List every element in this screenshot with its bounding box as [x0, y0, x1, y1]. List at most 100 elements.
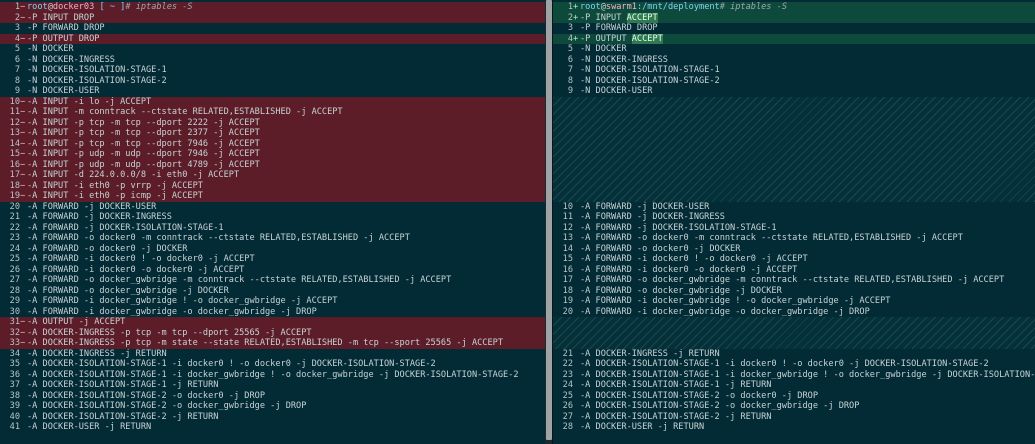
line-content: -A DOCKER-INGRESS -j RETURN: [27, 348, 167, 359]
diff-filler-block: [553, 96, 1035, 202]
line-content: -A FORWARD -i docker_gwbridge ! -o docke…: [580, 296, 891, 306]
diff-context-line[interactable]: 18 -A FORWARD -o docker_gwbridge -j DOCKE…: [553, 286, 1035, 297]
diff-context-line[interactable]: 7 -N DOCKER-ISOLATION-STAGE-1: [0, 65, 545, 76]
line-content: -A INPUT -d 224.0.0.0/8 -i eth0 -j ACCEP…: [27, 170, 240, 180]
diff-context-line[interactable]: 16 -A FORWARD -i docker0 -o docker0 -j AC…: [553, 265, 1035, 276]
line-number: 37: [9, 380, 20, 390]
diff-context-line[interactable]: 22 -A DOCKER-ISOLATION-STAGE-1 -i docker0…: [553, 359, 1035, 370]
diff-context-line[interactable]: 8 -N DOCKER-ISOLATION-STAGE-2: [0, 76, 545, 87]
diff-context-line[interactable]: 38 -A DOCKER-ISOLATION-STAGE-2 -o docker0…: [0, 391, 545, 402]
line-number: 2: [14, 12, 20, 23]
diff-context-line[interactable]: 3 -P FORWARD DROP: [0, 23, 545, 34]
diff-deleted-line[interactable]: 15− -A INPUT -p udp -m udp --dport 7946 -…: [0, 149, 545, 160]
diff-context-line[interactable]: 5 -N DOCKER: [0, 44, 545, 55]
diff-context-line[interactable]: 6 -N DOCKER-INGRESS: [0, 55, 545, 66]
diff-deleted-line[interactable]: 10− -A INPUT -i lo -j ACCEPT: [0, 96, 545, 107]
diff-context-line[interactable]: 39 -A DOCKER-ISOLATION-STAGE-2 -o docker_…: [0, 401, 545, 412]
line-number: 12: [562, 222, 573, 233]
line-content: -N DOCKER-ISOLATION-STAGE-2: [580, 75, 720, 86]
line-text: -A INPUT -p udp -m udp --dport 7946 -j A…: [27, 149, 260, 160]
line-content: -A DOCKER-USER -j RETURN: [580, 422, 705, 432]
diff-context-line[interactable]: 3 -P FORWARD DROP: [553, 23, 1035, 34]
line-text: -A FORWARD -i docker0 -o docker0 -j ACCE…: [580, 265, 797, 276]
diff-context-line[interactable]: 21 -A FORWARD -j DOCKER-INGRESS: [0, 212, 545, 223]
diff-context-line[interactable]: 21 -A DOCKER-INGRESS -j RETURN: [553, 349, 1035, 360]
diff-deleted-line[interactable]: 32− -A DOCKER-INGRESS -p tcp -m tcp --dpo…: [0, 327, 545, 338]
diff-context-line[interactable]: 26 -A DOCKER-ISOLATION-STAGE-2 -o docker_…: [553, 401, 1035, 412]
changed-token: ACCEPT: [631, 33, 663, 44]
line-content: -N DOCKER-ISOLATION-STAGE-2: [27, 75, 167, 86]
diff-context-line[interactable]: 11 -A FORWARD -j DOCKER-INGRESS: [553, 212, 1035, 223]
diff-added-line[interactable]: 1+ root@swarm1:/mnt/deployment# iptables …: [553, 2, 1035, 13]
line-text: -N DOCKER-USER: [580, 86, 652, 97]
diff-deleted-line[interactable]: 12− -A INPUT -p tcp -m tcp --dport 2222 -…: [0, 117, 545, 128]
diff-context-line[interactable]: 28 -A FORWARD -o docker_gwbridge -j DOCKE…: [0, 286, 545, 297]
diff-deleted-line[interactable]: 4− -P OUTPUT DROP: [0, 33, 545, 44]
diff-context-line[interactable]: 5 -N DOCKER: [553, 44, 1035, 55]
diff-context-line[interactable]: 34 -A DOCKER-INGRESS -j RETURN: [0, 349, 545, 360]
line-number: 26: [9, 264, 20, 275]
line-content: -A FORWARD -o docker_gwbridge -m conntra…: [27, 275, 452, 285]
line-text: -A DOCKER-INGRESS -j RETURN: [580, 349, 720, 360]
prompt-user: root: [27, 2, 48, 12]
diff-context-line[interactable]: 27 -A DOCKER-ISOLATION-STAGE-2 -j RETURN: [553, 412, 1035, 423]
line-text: -P OUTPUT ACCEPT: [580, 33, 663, 45]
diff-context-line[interactable]: 23 -A DOCKER-ISOLATION-STAGE-1 -i docker_…: [553, 370, 1035, 381]
diff-deleted-line[interactable]: 11− -A INPUT -m conntrack --ctstate RELAT…: [0, 107, 545, 118]
line-text: -A INPUT -p tcp -m tcp --dport 7946 -j A…: [27, 139, 260, 150]
diff-context-line[interactable]: 24 -A FORWARD -o docker0 -j DOCKER: [0, 244, 545, 255]
diff-context-line[interactable]: 29 -A FORWARD -i docker_gwbridge ! -o doc…: [0, 296, 545, 307]
diff-context-line[interactable]: 28 -A DOCKER-USER -j RETURN: [553, 422, 1035, 433]
diff-context-line[interactable]: 10 -A FORWARD -j DOCKER-USER: [553, 202, 1035, 213]
diff-context-line[interactable]: 19 -A FORWARD -i docker_gwbridge ! -o doc…: [553, 296, 1035, 307]
diff-context-line[interactable]: 6 -N DOCKER-INGRESS: [553, 55, 1035, 66]
diff-context-line[interactable]: 17 -A FORWARD -o docker_gwbridge -m connt…: [553, 275, 1035, 286]
diff-deleted-line[interactable]: 17− -A INPUT -d 224.0.0.0/8 -i eth0 -j AC…: [0, 170, 545, 181]
diff-context-line[interactable]: 14 -A FORWARD -o docker0 -j DOCKER: [553, 244, 1035, 255]
diff-context-line[interactable]: 12 -A FORWARD -j DOCKER-ISOLATION-STAGE-1: [553, 223, 1035, 234]
diff-context-line[interactable]: 15 -A FORWARD -i docker0 ! -o docker0 -j …: [553, 254, 1035, 265]
line-content: -N DOCKER-ISOLATION-STAGE-1: [27, 65, 167, 75]
diff-context-line[interactable]: 8 -N DOCKER-ISOLATION-STAGE-2: [553, 76, 1035, 87]
diff-context-line[interactable]: 41 -A DOCKER-USER -j RETURN: [0, 422, 545, 433]
diff-marker: −: [20, 180, 26, 191]
diff-context-line[interactable]: 25 -A FORWARD -i docker0 ! -o docker0 -j …: [0, 254, 545, 265]
diff-deleted-line[interactable]: 1− root@docker03 [ ~ ]# iptables -S: [0, 2, 545, 13]
diff-added-line[interactable]: 4+ -P OUTPUT ACCEPT: [553, 33, 1035, 45]
diff-context-line[interactable]: 9 -N DOCKER-USER: [0, 86, 545, 97]
diff-added-line[interactable]: 2+ -P INPUT ACCEPT: [553, 12, 1035, 23]
diff-context-line[interactable]: 13 -A FORWARD -o docker0 -m conntrack --c…: [553, 233, 1035, 244]
line-content: -N DOCKER: [27, 44, 74, 54]
diff-context-line[interactable]: 30 -A FORWARD -i docker_gwbridge -o docke…: [0, 307, 545, 318]
line-number: 7: [567, 65, 573, 75]
line-number: 19: [9, 191, 20, 201]
diff-context-line[interactable]: 9 -N DOCKER-USER: [553, 86, 1035, 97]
diff-deleted-line[interactable]: 2− -P INPUT DROP: [0, 12, 545, 23]
diff-deleted-line[interactable]: 33− -A DOCKER-INGRESS -p tcp -m state --s…: [0, 338, 545, 349]
diff-context-line[interactable]: 20 -A FORWARD -i docker_gwbridge -o docke…: [553, 307, 1035, 318]
line-text: -A DOCKER-USER -j RETURN: [580, 422, 704, 433]
diff-context-line[interactable]: 35 -A DOCKER-ISOLATION-STAGE-1 -i docker0…: [0, 359, 545, 370]
left-diff-pane[interactable]: 1− root@docker03 [ ~ ]# iptables -S 2− -P I…: [0, 0, 545, 444]
line-text: -N DOCKER-ISOLATION-STAGE-2: [27, 76, 167, 87]
diff-context-line[interactable]: 40 -A DOCKER-ISOLATION-STAGE-2 -j RETURN: [0, 412, 545, 423]
diff-deleted-line[interactable]: 19− -A INPUT -i eth0 -p icmp -j ACCEPT: [0, 191, 545, 202]
right-diff-pane[interactable]: 1+ root@swarm1:/mnt/deployment# iptables …: [553, 0, 1035, 444]
diff-context-line[interactable]: 22 -A FORWARD -j DOCKER-ISOLATION-STAGE-1: [0, 223, 545, 234]
diff-context-line[interactable]: 23 -A FORWARD -o docker0 -m conntrack --c…: [0, 233, 545, 244]
diff-context-line[interactable]: 24 -A DOCKER-ISOLATION-STAGE-1 -j RETURN: [553, 380, 1035, 391]
diff-context-line[interactable]: 7 -N DOCKER-ISOLATION-STAGE-1: [553, 65, 1035, 76]
diff-deleted-line[interactable]: 16− -A INPUT -p udp -m udp --dport 4789 -…: [0, 159, 545, 170]
line-text: -A FORWARD -j DOCKER-USER: [27, 202, 156, 213]
diff-context-line[interactable]: 20 -A FORWARD -j DOCKER-USER: [0, 202, 545, 213]
diff-context-line[interactable]: 27 -A FORWARD -o docker_gwbridge -m connt…: [0, 275, 545, 286]
diff-deleted-line[interactable]: 31− -A OUTPUT -j ACCEPT: [0, 317, 545, 328]
diff-deleted-line[interactable]: 13− -A INPUT -p tcp -m tcp --dport 2377 -…: [0, 128, 545, 139]
diff-deleted-line[interactable]: 18− -A INPUT -i eth0 -p vrrp -j ACCEPT: [0, 180, 545, 191]
diff-context-line[interactable]: 36 -A DOCKER-ISOLATION-STAGE-1 -i docker_…: [0, 370, 545, 381]
diff-context-line[interactable]: 26 -A FORWARD -i docker0 -o docker0 -j AC…: [0, 265, 545, 276]
line-content: -A DOCKER-ISOLATION-STAGE-1 -j RETURN: [27, 380, 219, 390]
diff-context-line[interactable]: 25 -A DOCKER-ISOLATION-STAGE-2 -o docker0…: [553, 391, 1035, 402]
diff-deleted-line[interactable]: 14− -A INPUT -p tcp -m tcp --dport 7946 -…: [0, 138, 545, 150]
diff-context-line[interactable]: 37 -A DOCKER-ISOLATION-STAGE-1 -j RETURN: [0, 380, 545, 391]
